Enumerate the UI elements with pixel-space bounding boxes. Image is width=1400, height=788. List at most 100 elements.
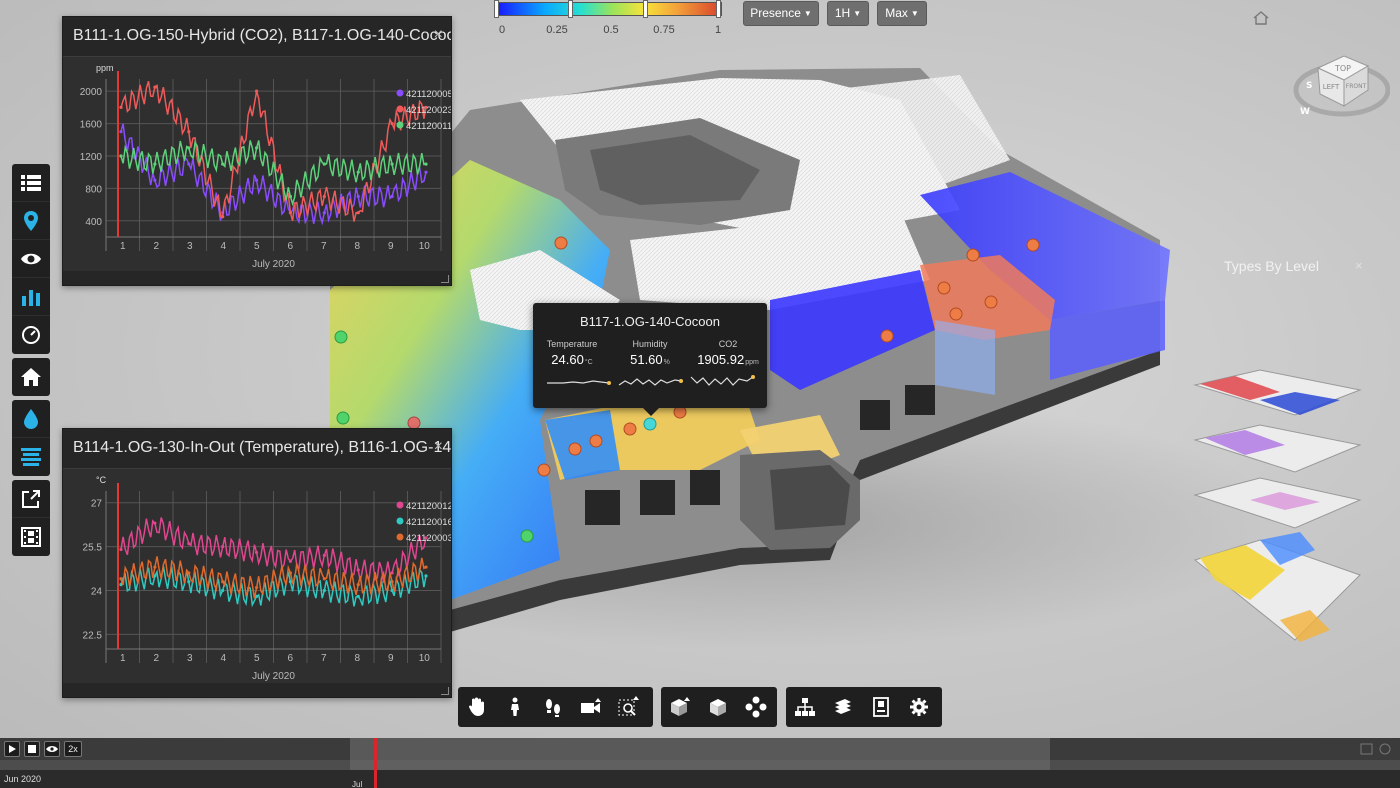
data-point [322,162,326,166]
data-point [187,571,191,575]
data-point [288,194,293,199]
legend-swatch [396,501,404,509]
close-icon[interactable]: × [434,26,443,44]
data-point [424,574,428,578]
x-axis-label: July 2020 [252,671,295,682]
data-point [119,577,123,581]
data-point [322,211,326,215]
tooltip-metric-humidity: Humidity 51.60% [611,339,689,367]
presence-dropdown-label: Presence [750,6,801,20]
data-point [153,521,157,525]
timeline-cursor[interactable] [374,738,377,788]
legend-handle-low[interactable] [568,0,573,18]
co2-chart-panel[interactable]: B111-1.OG-150-Hybrid (CO2), B117-1.OG-14… [62,16,452,286]
close-icon[interactable]: × [1355,258,1363,273]
footsteps-button[interactable] [534,687,572,727]
resize-handle-icon[interactable] [441,275,449,283]
temperature-chart-panel[interactable]: B114-1.OG-130-In-Out (Temperature), B116… [62,428,452,698]
metric-unit: ppm [745,359,759,366]
layers-button[interactable] [824,687,862,727]
film-icon [21,527,41,547]
water-button[interactable] [12,400,50,438]
timeline[interactable]: 2x Jun 2020 Jul [0,738,1400,788]
level-3[interactable] [1193,369,1362,416]
data-point [356,211,360,215]
zoom-window-icon [618,696,639,716]
x-tick-label: 4 [220,241,226,252]
level-0[interactable] [1193,532,1361,642]
stop-icon [28,745,36,753]
home-view-icon[interactable] [1252,10,1270,26]
interval-dropdown[interactable]: 1H ▼ [827,1,869,26]
play-button[interactable] [4,741,20,757]
aggregate-dropdown[interactable]: Max ▼ [877,1,927,26]
x-tick-label: 7 [321,653,327,664]
level-2[interactable] [1193,424,1362,473]
section-button[interactable] [661,687,699,727]
loop-button[interactable] [44,741,60,757]
legend-label: 421120016 [406,517,452,528]
co2-line-chart[interactable]: 400 800 1200 1600 2000 1 2 3 4 5 6 7 8 9 10 ppm July 202… [63,57,452,273]
data-point [221,580,225,584]
model-browser-button[interactable] [786,687,824,727]
visibility-button[interactable] [12,240,50,278]
charts-button[interactable] [12,278,50,316]
data-point [356,194,360,199]
share-button[interactable] [12,480,50,518]
presence-dropdown[interactable]: Presence ▼ [743,1,819,26]
y-axis-label: ppm [96,63,114,73]
x-tick-label: 9 [388,653,394,664]
x-tick-label: 2 [153,241,159,252]
locations-button[interactable] [12,202,50,240]
data-point [221,544,225,549]
level-stack[interactable] [1190,360,1365,650]
legend-tick: 0 [498,24,506,36]
cube-face-left[interactable]: LEFT [1323,83,1340,91]
properties-button[interactable] [862,687,900,727]
x-tick-label: 6 [287,653,293,664]
explode-button[interactable] [737,687,775,727]
camera-button[interactable] [572,687,610,727]
speed-button[interactable]: 2x [64,741,82,757]
bar-chart-icon [22,289,40,306]
timeline-track[interactable] [0,770,1400,788]
compass-south[interactable]: S [1306,81,1312,91]
zoom-window-button[interactable] [610,687,648,727]
walk-button[interactable] [496,687,534,727]
legend-handle-min[interactable] [494,0,499,18]
data-point [288,559,293,563]
metric-label: Temperature [546,339,598,349]
list-button[interactable] [12,164,50,202]
animation-button[interactable] [12,518,50,556]
levels-button[interactable] [12,438,50,476]
export-icon [1360,743,1373,755]
temperature-line-chart[interactable]: 22.5 24 25.5 27 1 2 3 4 5 6 7 8 9 10 °C July 2020 421120… [63,469,452,685]
x-tick-label: 1 [120,241,126,252]
data-point [254,178,259,182]
legend-swatch [396,517,404,525]
cube-button[interactable] [699,687,737,727]
y-tick-label: 2000 [80,87,103,98]
cube-face-front[interactable]: FRONT [1346,83,1367,90]
legend-tick: 1 [714,24,722,36]
close-icon[interactable]: × [434,438,443,456]
compass-west[interactable]: W [1300,107,1310,117]
data-point [221,215,225,219]
pan-button[interactable] [458,687,496,727]
eye-icon [46,746,58,752]
x-tick-label: 5 [254,653,260,664]
interval-dropdown-label: 1H [834,6,851,20]
resize-handle-icon[interactable] [441,687,449,695]
dashboard-button[interactable] [12,316,50,354]
legend-handle-max[interactable] [716,0,721,18]
view-cube[interactable]: TOP LEFT FRONT S W [1290,28,1390,128]
legend-handle-high[interactable] [643,0,648,18]
cube-face-top[interactable]: TOP [1334,64,1351,73]
data-point [221,588,225,593]
stop-button[interactable] [24,741,40,757]
legend-tick: 0.5 [603,24,619,36]
panel-title: B111-1.OG-150-Hybrid (CO2), B117-1.OG-14… [63,17,451,57]
home-button[interactable] [12,358,50,396]
level-1[interactable] [1193,477,1362,529]
settings-button[interactable] [900,687,938,727]
